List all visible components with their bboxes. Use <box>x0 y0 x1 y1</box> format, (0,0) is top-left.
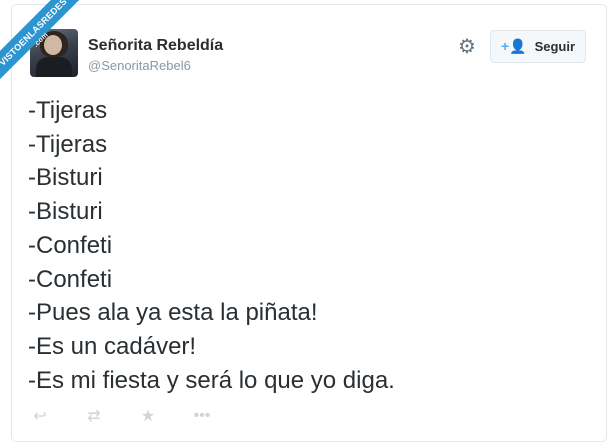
tweet-line: -Tijeras <box>28 97 108 124</box>
follow-button-label: Seguir <box>534 39 576 54</box>
tweet-line: -Es un cadáver! <box>28 332 197 360</box>
tweet-line: -Tijeras <box>28 130 108 158</box>
tweet-line: -Confeti <box>28 231 113 259</box>
tweet-text: -Tijeras -Tijeras -Bisturi -Bisturi -Con… <box>28 94 588 397</box>
author-handle[interactable]: @SenoritaRebel6 <box>88 58 191 73</box>
tweet-line: -Confeti <box>28 265 113 293</box>
tweet-line: -Bisturi <box>28 164 103 192</box>
tweet-line: -Bisturi <box>28 198 103 226</box>
tweet-line: -Es mi fiesta y será lo que yo diga. <box>28 366 395 394</box>
more-icon[interactable]: ••• <box>190 407 214 425</box>
follow-button[interactable]: +👤 Seguir <box>490 30 586 63</box>
avatar-body <box>36 57 72 77</box>
tweet-actions: ↩ ⇄ ★ ••• <box>28 404 244 428</box>
gear-icon[interactable]: ⚙ <box>456 36 478 58</box>
add-user-icon: +👤 <box>500 38 527 54</box>
tweet-line: -Pues ala ya esta la piñata! <box>28 299 318 327</box>
reply-icon[interactable]: ↩ <box>28 406 52 426</box>
retweet-icon[interactable]: ⇄ <box>82 406 106 426</box>
author-name[interactable]: Señorita Rebeldía <box>88 37 223 55</box>
star-icon[interactable]: ★ <box>136 406 160 426</box>
